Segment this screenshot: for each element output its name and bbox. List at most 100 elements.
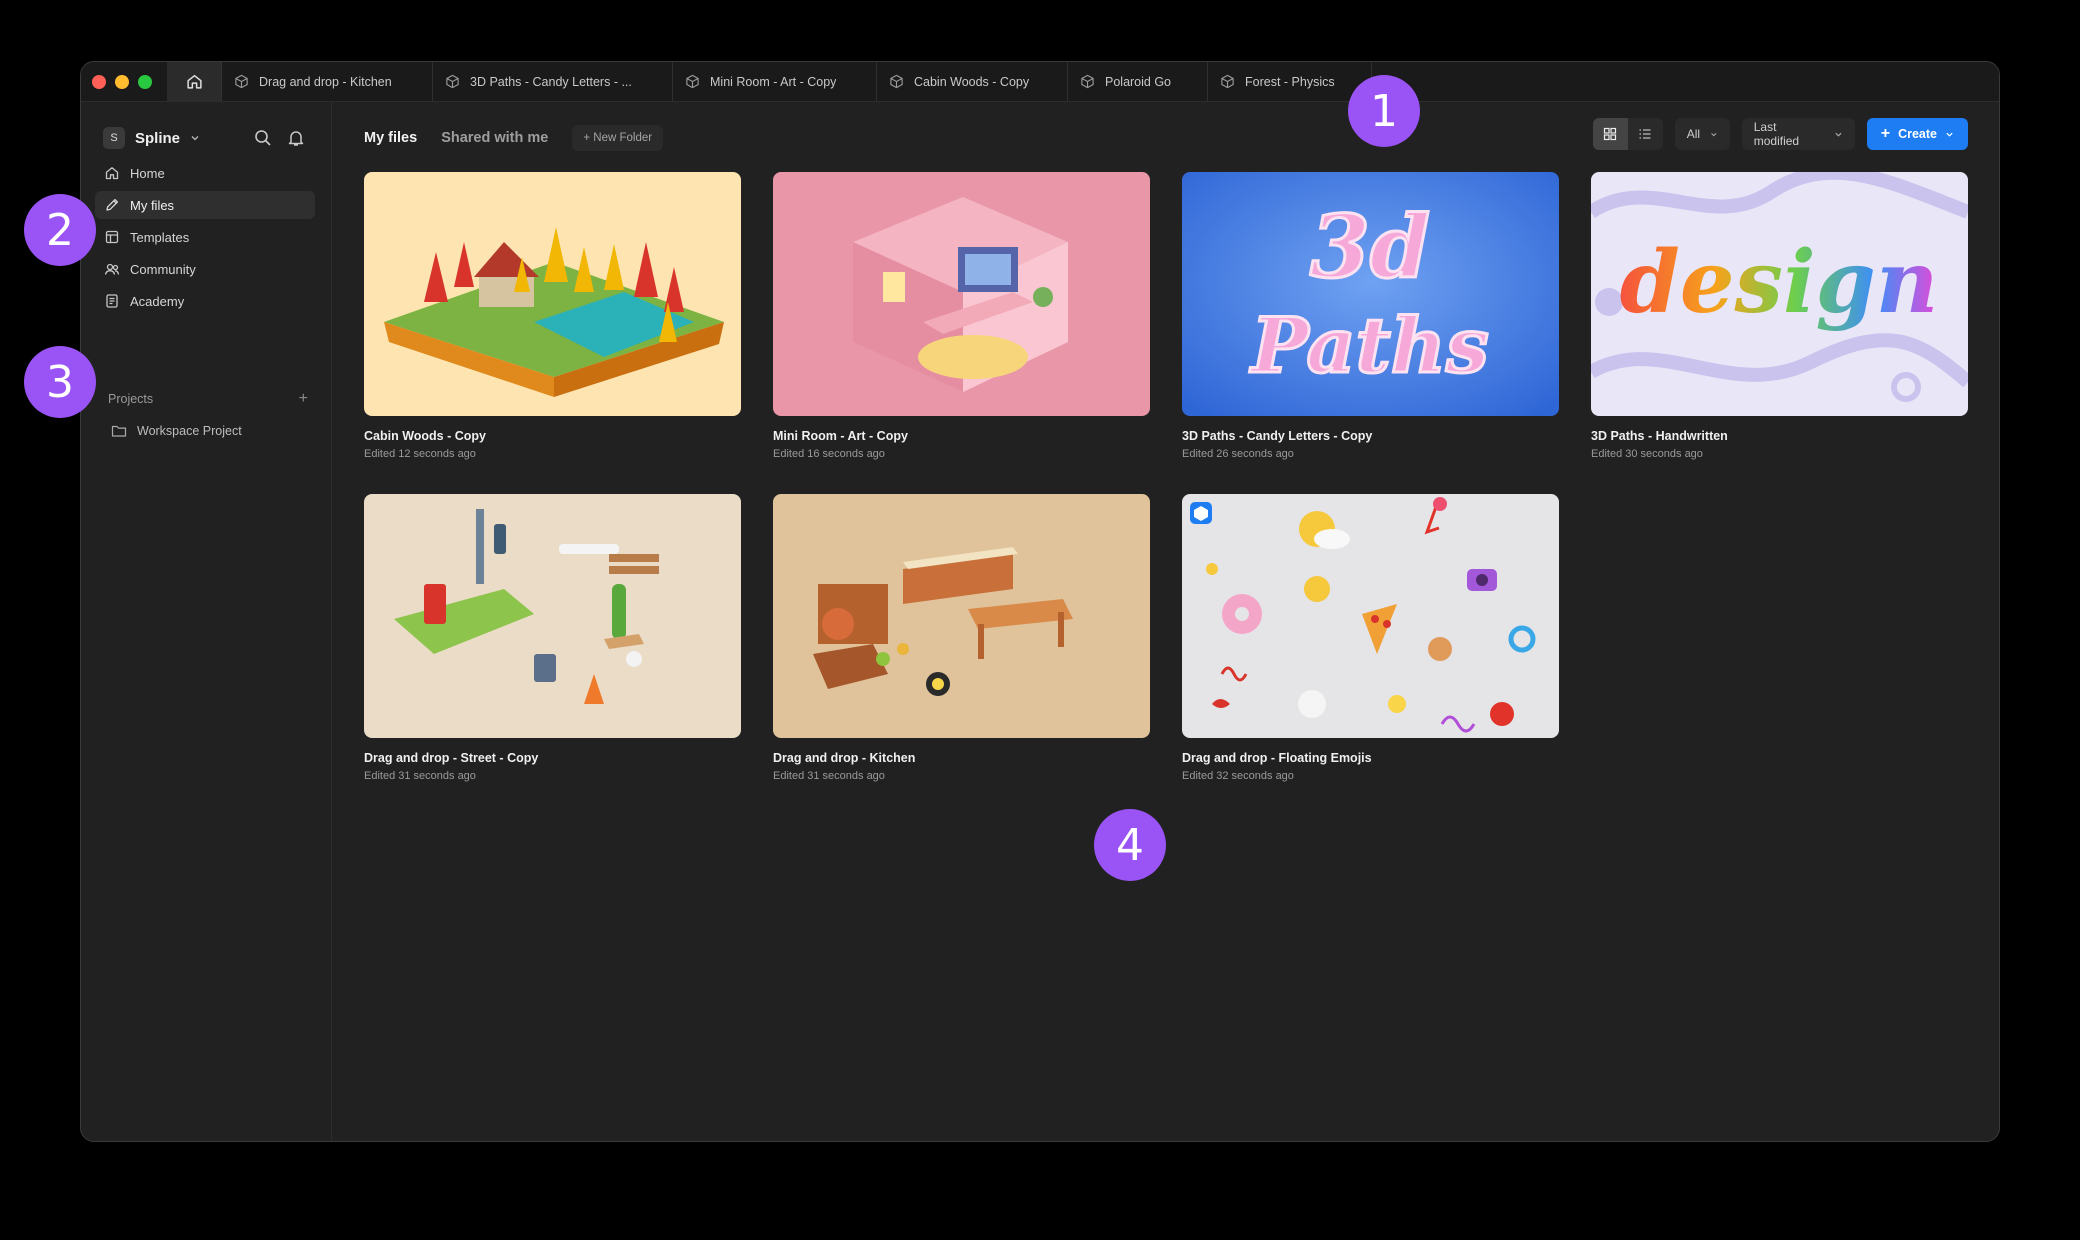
sidebar-item-label: Home xyxy=(130,165,165,181)
files-topbar: My files Shared with me + New Folder xyxy=(364,125,664,151)
sidebar-item-my-files[interactable]: My files xyxy=(95,191,315,219)
home-icon xyxy=(186,74,202,89)
file-card[interactable]: 3d Paths 3D Paths - Candy Letters - Copy… xyxy=(1182,172,1559,460)
file-thumbnail[interactable] xyxy=(364,172,741,416)
project-label: Workspace Project xyxy=(137,424,242,438)
project-item-workspace[interactable]: Workspace Project xyxy=(111,424,242,438)
view-controls: All Last modified + Create xyxy=(1592,118,1968,150)
sidebar-item-home[interactable]: Home xyxy=(95,159,315,187)
app-window: Drag and drop - Kitchen 3D Paths - Candy… xyxy=(80,61,2000,1142)
candy-text-line1: 3d xyxy=(1310,197,1430,298)
workspace-switcher[interactable]: S Spline xyxy=(103,127,200,149)
file-card[interactable]: Drag and drop - Kitchen Edited 31 second… xyxy=(773,494,1150,782)
view-toggle xyxy=(1592,118,1663,150)
tab-shared-with-me[interactable]: Shared with me xyxy=(441,130,548,146)
tab-my-files[interactable]: My files xyxy=(364,130,417,146)
maximize-window-button[interactable] xyxy=(138,74,152,89)
sidebar-item-academy[interactable]: Academy xyxy=(95,287,315,315)
tab-cabin-woods[interactable]: Cabin Woods - Copy xyxy=(877,62,1068,101)
tab-label: Forest - Physics xyxy=(1245,74,1335,89)
main-content: My files Shared with me + New Folder All… xyxy=(332,102,1999,1141)
candy-text-line2: Paths xyxy=(1249,301,1489,390)
file-edited: Edited 31 seconds ago xyxy=(364,770,476,782)
file-edited: Edited 12 seconds ago xyxy=(364,448,476,460)
sidebar: S Spline Home My files Templates Communi… xyxy=(81,102,332,1141)
add-project-button[interactable]: + xyxy=(299,390,308,408)
academy-icon xyxy=(106,294,118,308)
file-edited: Edited 30 seconds ago xyxy=(1591,448,1703,460)
chevron-down-icon xyxy=(1946,132,1953,137)
home-tab[interactable] xyxy=(167,62,222,101)
chevron-down-icon xyxy=(191,136,199,141)
create-button[interactable]: + Create xyxy=(1866,118,1968,150)
grid-icon xyxy=(1604,127,1617,141)
workspace-badge: S xyxy=(103,127,125,149)
chevron-down-icon xyxy=(1835,132,1842,137)
file-title: Mini Room - Art - Copy xyxy=(773,429,908,443)
plus-icon: + xyxy=(1880,125,1891,142)
chevron-down-icon xyxy=(1711,132,1717,136)
file-thumbnail[interactable]: 3d Paths xyxy=(1182,172,1559,416)
file-edited: Edited 26 seconds ago xyxy=(1182,448,1294,460)
grid-view-button[interactable] xyxy=(1592,118,1628,150)
file-title: Drag and drop - Street - Copy xyxy=(364,751,539,765)
tab-label: Drag and drop - Kitchen xyxy=(259,74,392,89)
community-icon xyxy=(104,263,120,275)
sidebar-item-community[interactable]: Community xyxy=(95,255,315,283)
tab-forest-physics[interactable]: Forest - Physics xyxy=(1208,62,1372,101)
projects-header: Projects + xyxy=(108,390,308,408)
file-edited: Edited 32 seconds ago xyxy=(1182,770,1294,782)
file-title: 3D Paths - Candy Letters - Copy xyxy=(1182,429,1373,443)
file-thumbnail[interactable] xyxy=(773,172,1150,416)
callout-marker-3: 3 xyxy=(24,346,96,418)
list-view-button[interactable] xyxy=(1628,118,1663,150)
file-thumbnail[interactable] xyxy=(773,494,1150,738)
sidebar-item-label: Community xyxy=(130,261,196,277)
tab-polaroid-go[interactable]: Polaroid Go xyxy=(1068,62,1208,101)
filter-dropdown[interactable]: All xyxy=(1674,118,1730,150)
file-title: Cabin Woods - Copy xyxy=(364,429,486,443)
search-icon[interactable] xyxy=(253,128,273,148)
folder-icon xyxy=(111,425,127,437)
file-thumbnail[interactable] xyxy=(1182,494,1559,738)
file-card[interactable]: Drag and drop - Floating Emojis Edited 3… xyxy=(1182,494,1559,782)
tab-bar: Drag and drop - Kitchen 3D Paths - Candy… xyxy=(81,62,1999,102)
cube-icon xyxy=(686,74,699,89)
file-edited: Edited 31 seconds ago xyxy=(773,770,885,782)
sidebar-item-label: My files xyxy=(130,197,175,213)
list-icon xyxy=(1639,129,1651,139)
file-card[interactable]: Cabin Woods - Copy Edited 12 seconds ago xyxy=(364,172,741,460)
sort-dropdown[interactable]: Last modified xyxy=(1741,118,1855,150)
callout-marker-4: 4 xyxy=(1094,809,1166,881)
file-card[interactable]: Mini Room - Art - Copy Edited 16 seconds… xyxy=(773,172,1150,460)
cube-icon xyxy=(446,74,459,89)
new-folder-button[interactable]: + New Folder xyxy=(572,125,664,151)
file-title: Drag and drop - Floating Emojis xyxy=(1182,751,1372,765)
file-thumbnail[interactable] xyxy=(364,494,741,738)
tab-label: Cabin Woods - Copy xyxy=(914,74,1030,89)
workspace-name: Spline xyxy=(135,129,181,147)
tab-mini-room-art[interactable]: Mini Room - Art - Copy xyxy=(673,62,877,101)
tab-label: Polaroid Go xyxy=(1105,74,1172,89)
pencil-icon xyxy=(106,198,119,211)
cube-icon xyxy=(235,74,248,89)
sidebar-item-templates[interactable]: Templates xyxy=(95,223,315,251)
sidebar-item-label: Templates xyxy=(130,229,190,245)
sidebar-nav: Home My files Templates Community Academ… xyxy=(95,159,315,319)
handwritten-text: design xyxy=(1620,232,1939,333)
callout-marker-1: 1 xyxy=(1348,75,1420,147)
tab-drag-and-drop-kitchen[interactable]: Drag and drop - Kitchen xyxy=(222,62,433,101)
file-card[interactable]: Drag and drop - Street - Copy Edited 31 … xyxy=(364,494,741,782)
minimize-window-button[interactable] xyxy=(115,74,129,89)
close-window-button[interactable] xyxy=(92,74,106,89)
file-card[interactable]: design 3D Paths - Handwritten Edited 30 … xyxy=(1591,172,1968,460)
cube-icon xyxy=(890,74,903,89)
projects-heading: Projects xyxy=(108,392,154,406)
window-controls xyxy=(81,62,167,101)
filter-value: All xyxy=(1686,127,1701,141)
callout-marker-2: 2 xyxy=(24,194,96,266)
file-thumbnail[interactable]: design xyxy=(1591,172,1968,416)
tab-label: 3D Paths - Candy Letters - ... xyxy=(470,74,632,89)
tab-3d-paths-candy-letters[interactable]: 3D Paths - Candy Letters - ... xyxy=(433,62,673,101)
bell-icon[interactable] xyxy=(286,128,306,148)
